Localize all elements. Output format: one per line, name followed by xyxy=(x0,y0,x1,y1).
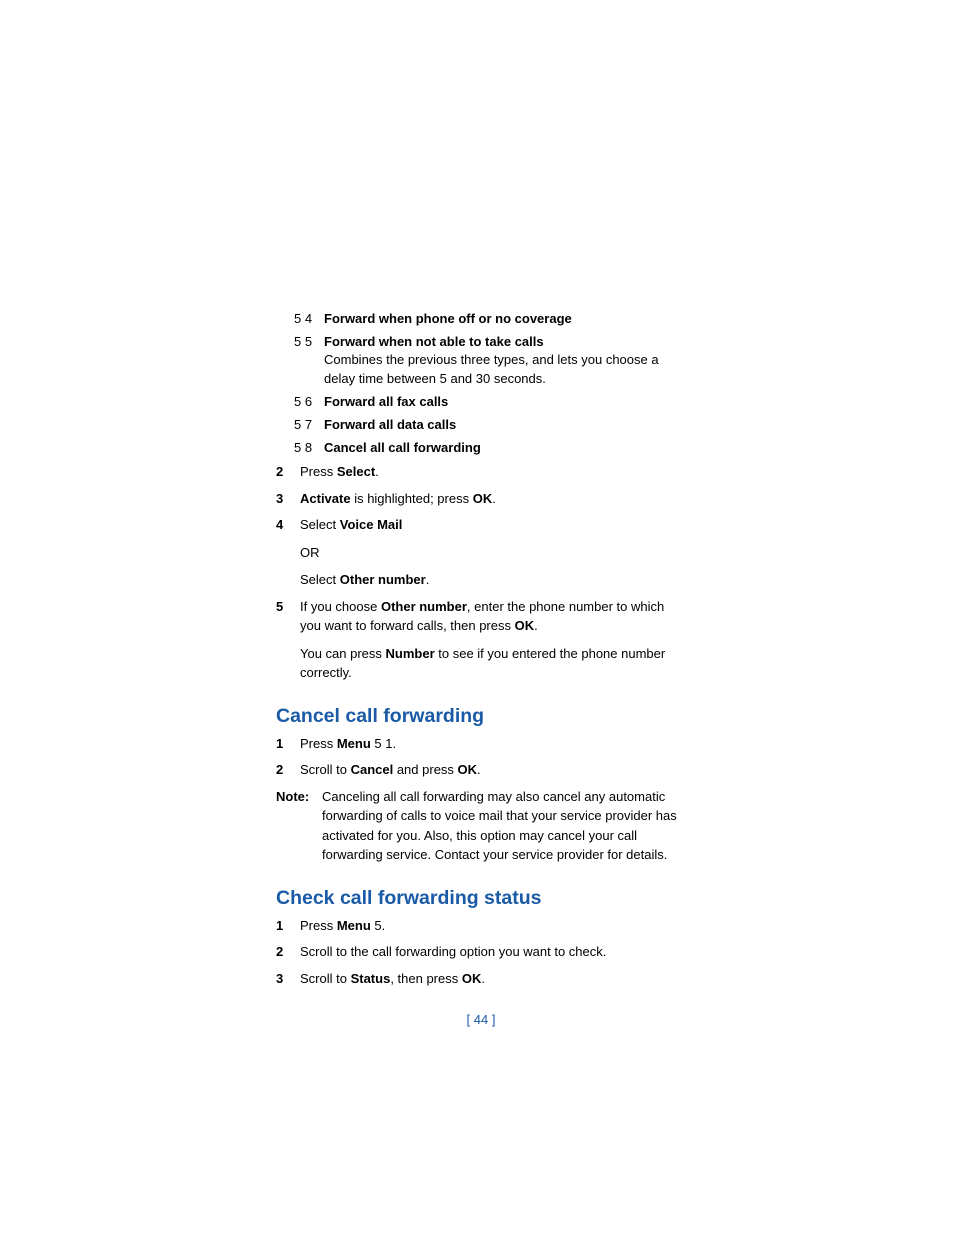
step-number: 4 xyxy=(276,515,300,590)
suboption-number: 5 4 xyxy=(294,310,324,328)
step-row: 2 Scroll to the call forwarding option y… xyxy=(276,942,686,962)
note-body: Canceling all call forwarding may also c… xyxy=(322,787,686,865)
step-row: 3 Scroll to Status, then press OK. xyxy=(276,969,686,989)
step-body: Activate is highlighted; press OK. xyxy=(300,489,686,509)
suboption-title: Cancel all call forwarding xyxy=(324,440,481,455)
step-list: 1 Press Menu 5. 2 Scroll to the call for… xyxy=(276,916,686,989)
suboption-title: Forward all data calls xyxy=(324,417,456,432)
step-number: 5 xyxy=(276,597,300,683)
suboption-title: Forward all fax calls xyxy=(324,394,448,409)
note-block: Note: Canceling all call forwarding may … xyxy=(276,787,686,865)
suboption-body: Forward when phone off or no coverage xyxy=(324,310,686,328)
step-row: 1 Press Menu 5. xyxy=(276,916,686,936)
step-body: Press Menu 5. xyxy=(300,916,686,936)
suboption-row: 5 5 Forward when not able to take calls C… xyxy=(294,333,686,388)
suboption-list: 5 4 Forward when phone off or no coverag… xyxy=(276,310,686,457)
page-number: [ 44 ] xyxy=(276,1012,686,1027)
suboption-number: 5 8 xyxy=(294,439,324,457)
step-body: If you choose Other number, enter the ph… xyxy=(300,597,686,683)
step-list: 2 Press Select. 3 Activate is highlighte… xyxy=(276,462,686,683)
suboption-row: 5 4 Forward when phone off or no coverag… xyxy=(294,310,686,328)
step-number: 1 xyxy=(276,916,300,936)
step-number: 3 xyxy=(276,969,300,989)
step-body: Press Select. xyxy=(300,462,686,482)
step-row: 4 Select Voice Mail OR Select Other numb… xyxy=(276,515,686,590)
suboption-number: 5 5 xyxy=(294,333,324,388)
step-number: 1 xyxy=(276,734,300,754)
document-page: 5 4 Forward when phone off or no coverag… xyxy=(276,310,686,1027)
step-number: 2 xyxy=(276,760,300,780)
suboption-desc: Combines the previous three types, and l… xyxy=(324,352,659,385)
step-row: 3 Activate is highlighted; press OK. xyxy=(276,489,686,509)
step-row: 2 Scroll to Cancel and press OK. xyxy=(276,760,686,780)
step-body: Scroll to Status, then press OK. xyxy=(300,969,686,989)
step-number: 2 xyxy=(276,462,300,482)
step-body: Scroll to the call forwarding option you… xyxy=(300,942,686,962)
heading-check-call-forwarding-status: Check call forwarding status xyxy=(276,887,686,910)
suboption-title: Forward when not able to take calls xyxy=(324,334,544,349)
suboption-body: Forward all data calls xyxy=(324,416,686,434)
step-body: Scroll to Cancel and press OK. xyxy=(300,760,686,780)
step-list: 1 Press Menu 5 1. 2 Scroll to Cancel and… xyxy=(276,734,686,865)
heading-cancel-call-forwarding: Cancel call forwarding xyxy=(276,705,686,728)
note-label: Note: xyxy=(276,787,322,865)
suboption-row: 5 7 Forward all data calls xyxy=(294,416,686,434)
step-number: 3 xyxy=(276,489,300,509)
step-row: 2 Press Select. xyxy=(276,462,686,482)
suboption-number: 5 6 xyxy=(294,393,324,411)
suboption-number: 5 7 xyxy=(294,416,324,434)
step-body: Select Voice Mail OR Select Other number… xyxy=(300,515,686,590)
suboption-body: Forward all fax calls xyxy=(324,393,686,411)
suboption-row: 5 6 Forward all fax calls xyxy=(294,393,686,411)
step-row: 5 If you choose Other number, enter the … xyxy=(276,597,686,683)
step-number: 2 xyxy=(276,942,300,962)
suboption-body: Forward when not able to take calls Combi… xyxy=(324,333,686,388)
step-row: 1 Press Menu 5 1. xyxy=(276,734,686,754)
suboption-row: 5 8 Cancel all call forwarding xyxy=(294,439,686,457)
suboption-body: Cancel all call forwarding xyxy=(324,439,686,457)
step-body: Press Menu 5 1. xyxy=(300,734,686,754)
suboption-title: Forward when phone off or no coverage xyxy=(324,311,572,326)
